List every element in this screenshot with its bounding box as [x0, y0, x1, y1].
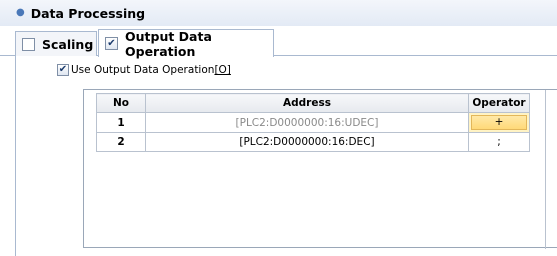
tab-scaling-label: Scaling: [42, 36, 94, 52]
output-operation-panel: ✔ Use Output Data Operation [O] No Addres…: [15, 56, 557, 256]
bullet-icon: ●: [16, 7, 25, 18]
operator-cell[interactable]: ;: [468, 132, 530, 152]
column-header-no[interactable]: No: [96, 93, 146, 113]
use-output-operation-label: Use Output Data Operation: [71, 64, 215, 76]
row-number: 1: [96, 112, 146, 133]
grid-right-edge: [545, 90, 557, 249]
section-title: Data Processing: [30, 5, 146, 21]
use-output-operation-checkbox[interactable]: ✔: [57, 64, 69, 76]
scaling-checkbox[interactable]: [22, 37, 35, 51]
output-operation-checkbox[interactable]: ✔: [105, 37, 118, 50]
tab-output-data-operation[interactable]: ✔ Output Data Operation: [98, 28, 274, 59]
use-output-operation-hotkey: [O]: [214, 64, 231, 76]
operation-table: No Address Operator 1 [PLC2:D0000000:16:…: [96, 93, 530, 152]
column-header-address[interactable]: Address: [145, 93, 469, 113]
table-row[interactable]: 1 [PLC2:D0000000:16:UDEC] +: [96, 112, 530, 133]
operator-value: +: [471, 115, 527, 130]
table-row[interactable]: 2 [PLC2:D0000000:16:DEC] ;: [96, 132, 530, 152]
use-output-operation-option[interactable]: ✔ Use Output Data Operation [O]: [57, 62, 231, 78]
operation-grid: No Address Operator 1 [PLC2:D0000000:16:…: [83, 89, 557, 249]
tab-strip: Scaling ✔ Output Data Operation: [0, 26, 557, 59]
address-cell[interactable]: [PLC2:D0000000:16:DEC]: [145, 132, 469, 152]
operator-cell[interactable]: +: [468, 112, 530, 133]
table-header-row: No Address Operator: [96, 93, 530, 113]
tab-scaling[interactable]: Scaling: [15, 31, 97, 56]
section-header: ● Data Processing: [0, 0, 557, 26]
tab-output-label: Output Data Operation: [125, 28, 212, 59]
address-cell[interactable]: [PLC2:D0000000:16:UDEC]: [145, 112, 469, 133]
row-number: 2: [96, 132, 146, 152]
column-header-operator[interactable]: Operator: [468, 93, 530, 113]
